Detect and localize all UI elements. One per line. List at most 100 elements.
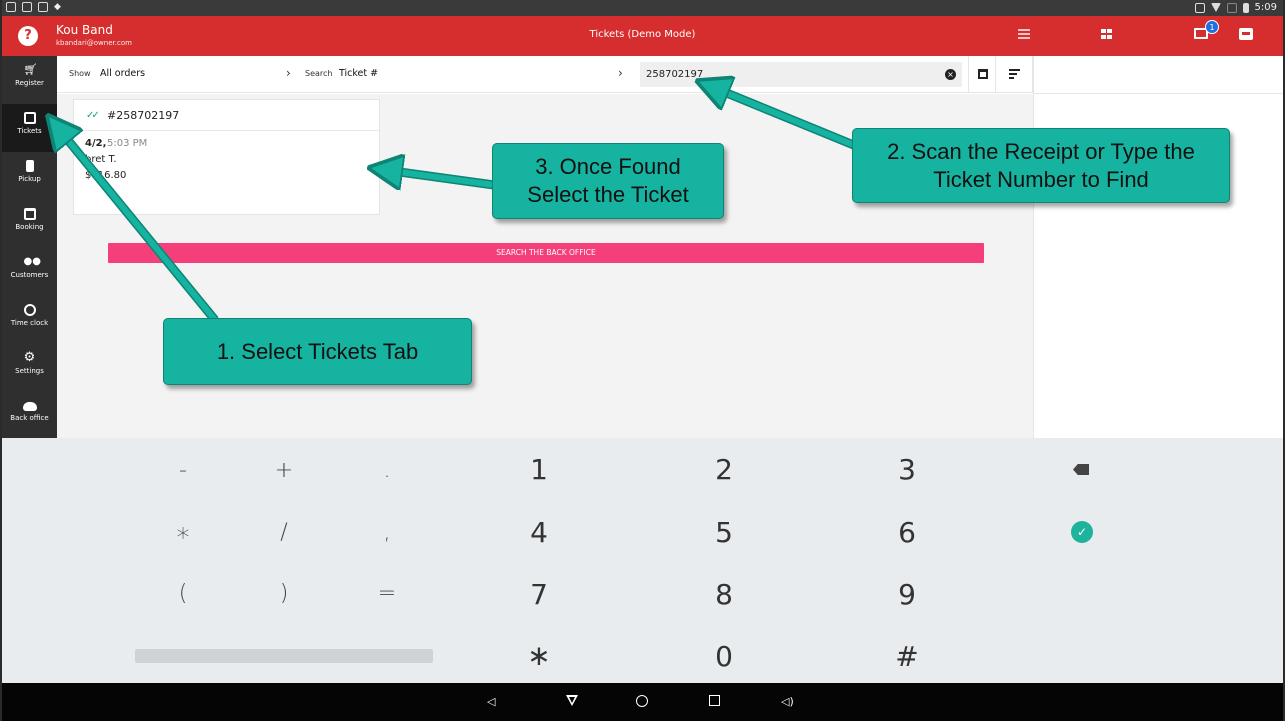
cart-icon: 🛒︎ — [23, 63, 38, 76]
status-time: 5:09 — [1254, 2, 1277, 13]
sidebar-item-label: Tickets — [17, 127, 42, 135]
ticket-date: 4/2, — [85, 138, 107, 149]
people-icon: ●● — [23, 256, 41, 267]
space-key[interactable] — [135, 649, 433, 663]
user-email: kbandari@owner.com — [56, 39, 132, 47]
sidebar-item-label: Booking — [15, 223, 44, 231]
search-field-select[interactable]: Ticket # — [339, 68, 378, 79]
key-5[interactable]: 5 — [684, 516, 764, 549]
mail-icon — [38, 2, 48, 12]
callout-step2: 2. Scan the Receipt or Type the Ticket N… — [852, 128, 1230, 203]
sidebar-item-tickets[interactable]: Tickets — [2, 104, 57, 152]
filter-bar: Show All orders › Search Ticket # › × — [57, 56, 1033, 93]
traffic-light-icon — [25, 160, 34, 172]
search-box: × — [640, 62, 962, 87]
signal-icon — [1226, 2, 1237, 13]
gear-icon: ⚙ — [23, 350, 36, 365]
grid-view-icon[interactable] — [1101, 29, 1112, 39]
clear-search-icon[interactable]: × — [945, 69, 956, 80]
key-star[interactable]: ∗ — [499, 639, 579, 672]
sidebar-item-label: Customers — [10, 271, 49, 279]
ticket-detail-pane — [1033, 56, 1283, 438]
show-filter-select[interactable]: All orders — [100, 68, 145, 79]
show-label: Show — [69, 69, 91, 78]
sidebar-item-pickup[interactable]: Pickup — [2, 152, 57, 200]
done-check-icon[interactable]: ✓ — [1071, 521, 1093, 543]
key-3[interactable]: 3 — [867, 453, 947, 486]
key-8[interactable]: 8 — [684, 578, 764, 611]
diamond-icon: ◆ — [54, 2, 61, 12]
key-plus[interactable]: + — [244, 458, 324, 483]
ticket-total: $116.80 — [85, 170, 127, 181]
sidebar-item-label: Back office — [10, 414, 49, 422]
sidebar-item-label: Register — [15, 79, 44, 87]
ticket-card[interactable]: ✓✓ #258702197 4/2, 5:03 PM bret T. $116.… — [73, 99, 380, 215]
backspace-icon[interactable] — [1073, 464, 1089, 475]
wifi-icon — [1210, 3, 1221, 12]
status-bar: ◆ 5:09 — [2, 0, 1283, 16]
divider — [1033, 93, 1283, 94]
cloud-icon — [22, 402, 37, 411]
sidebar-item-time-clock[interactable]: Time clock — [2, 296, 57, 344]
cast-icon — [1194, 2, 1205, 13]
sort-button[interactable] — [997, 56, 1033, 93]
sidebar-item-settings[interactable]: ⚙ Settings — [2, 344, 57, 392]
volume-down-icon[interactable]: ◁ — [487, 695, 495, 708]
app-bar: ? Kou Band kbandari@owner.com Tickets (D… — [2, 16, 1283, 56]
sidebar-item-customers[interactable]: ●● Customers — [2, 248, 57, 296]
search-input[interactable] — [646, 67, 936, 82]
sidebar-item-label: Time clock — [10, 319, 49, 327]
ticket-time: 5:03 PM — [107, 138, 148, 149]
key-asterisk[interactable]: ∗ — [143, 518, 223, 548]
page-title: Tickets (Demo Mode) — [589, 29, 696, 40]
sort-icon — [1009, 69, 1020, 79]
home-icon[interactable] — [636, 695, 648, 707]
key-minus[interactable]: - — [143, 458, 223, 483]
key-equals[interactable]: = — [347, 581, 427, 606]
key-6[interactable]: 6 — [867, 516, 947, 549]
navigation-bar: ◁ ◁) — [2, 683, 1283, 721]
sidebar: 🛒︎ Register Tickets Pickup Booking ●● Cu… — [2, 56, 57, 438]
receipt-icon — [23, 112, 36, 124]
key-open-paren[interactable]: ( — [143, 581, 223, 606]
key-slash[interactable]: / — [244, 520, 324, 545]
sidebar-item-booking[interactable]: Booking — [2, 200, 57, 248]
sidebar-item-register[interactable]: 🛒︎ Register — [2, 56, 57, 104]
back-icon[interactable] — [566, 695, 578, 706]
key-comma[interactable]: , — [347, 520, 427, 545]
key-0[interactable]: 0 — [684, 640, 764, 673]
key-7[interactable]: 7 — [499, 578, 579, 611]
sidebar-item-label: Pickup — [18, 175, 41, 183]
notification-icon — [6, 2, 16, 12]
callout-step3: 3. Once Found Select the Ticket — [492, 143, 724, 219]
double-check-icon: ✓✓ — [86, 110, 100, 121]
key-close-paren[interactable]: ) — [244, 581, 324, 606]
chevron-right-icon[interactable]: › — [618, 66, 623, 80]
numeric-keyboard: - + . 1 2 3 ∗ / , 4 5 6 ✓ ( ) = 7 8 9 ∗ … — [2, 438, 1283, 683]
ticket-customer: bret T. — [85, 154, 117, 165]
key-4[interactable]: 4 — [499, 516, 579, 549]
devices-badge: 1 — [1205, 20, 1219, 34]
date-filter-button[interactable] — [968, 56, 996, 93]
search-label: Search — [305, 69, 333, 78]
search-back-office-button[interactable]: SEARCH THE BACK OFFICE — [108, 243, 984, 263]
download-icon — [22, 2, 32, 12]
volume-up-icon[interactable]: ◁) — [781, 695, 794, 708]
calendar-icon — [978, 69, 988, 79]
ticket-header: ✓✓ #258702197 — [74, 100, 379, 131]
key-2[interactable]: 2 — [684, 453, 764, 486]
recent-apps-icon[interactable] — [709, 695, 720, 706]
key-hash[interactable]: # — [867, 640, 947, 673]
list-view-icon[interactable] — [1018, 29, 1030, 39]
clock-icon — [23, 304, 36, 316]
battery-icon — [1242, 2, 1249, 13]
sidebar-item-back-office[interactable]: Back office — [2, 392, 57, 440]
printer-icon[interactable] — [1239, 28, 1253, 40]
ticket-number: #258702197 — [107, 109, 180, 122]
key-period[interactable]: . — [347, 458, 427, 483]
chevron-right-icon[interactable]: › — [286, 66, 291, 80]
key-1[interactable]: 1 — [499, 453, 579, 486]
callout-step1: 1. Select Tickets Tab — [163, 318, 472, 385]
sidebar-item-label: Settings — [15, 367, 44, 375]
key-9[interactable]: 9 — [867, 578, 947, 611]
